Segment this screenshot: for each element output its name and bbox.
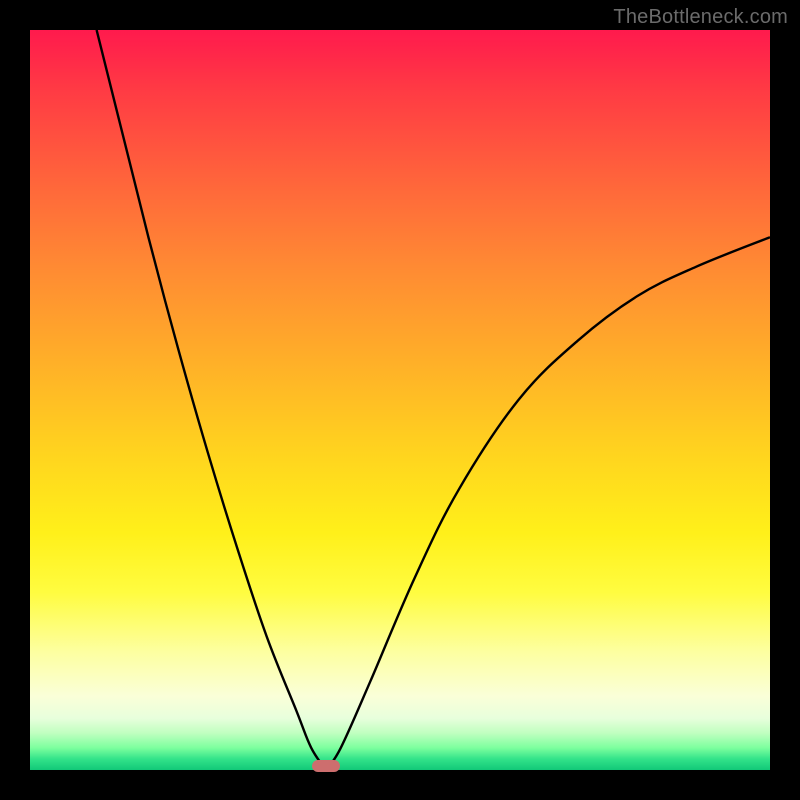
plot-area	[30, 30, 770, 770]
chart-frame: TheBottleneck.com	[0, 0, 800, 800]
curve-right-branch	[326, 237, 770, 770]
watermark-text: TheBottleneck.com	[613, 6, 788, 29]
curve-layer	[30, 30, 770, 770]
optimum-marker	[312, 760, 340, 772]
curve-left-branch	[97, 30, 326, 770]
